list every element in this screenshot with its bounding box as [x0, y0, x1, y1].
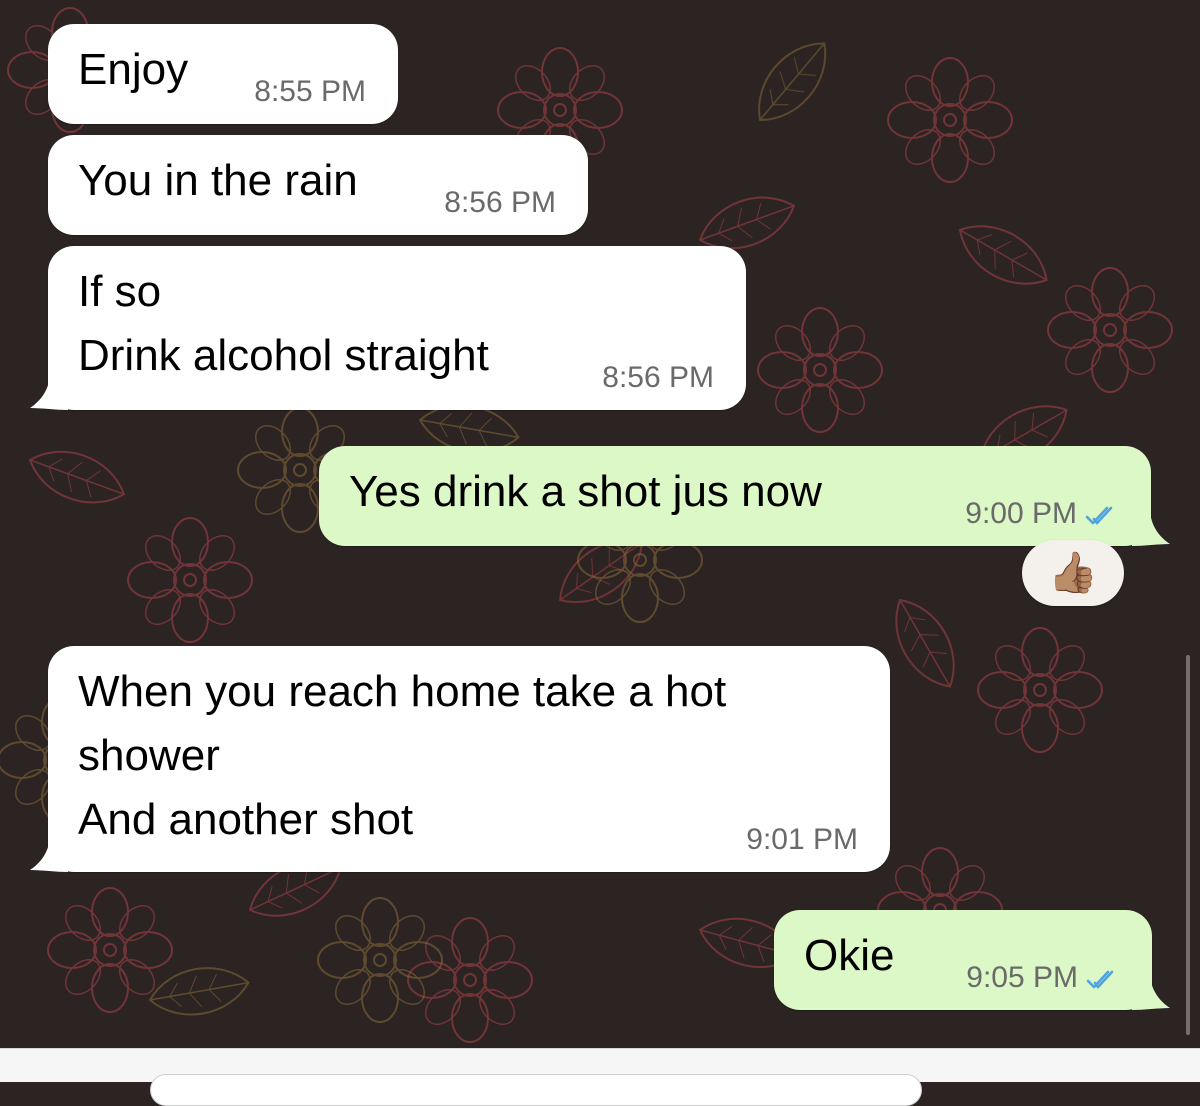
message-text: You in the rain [78, 156, 358, 205]
scroll-indicator[interactable] [1186, 655, 1190, 1035]
message-bubble-incoming[interactable]: Enjoy 8:55 PM [48, 24, 398, 124]
read-double-check-icon [1085, 506, 1113, 525]
message-timestamp: 8:56 PM [444, 186, 556, 219]
message-timestamp: 9:05 PM [966, 960, 1120, 996]
message-bubble-incoming[interactable]: You in the rain 8:56 PM [48, 135, 588, 235]
message-bubble-outgoing[interactable]: Yes drink a shot jus now 9:00 PM [319, 446, 1151, 546]
message-bubble-incoming[interactable]: When you reach home take a hot shower An… [48, 646, 890, 872]
message-text: Yes drink a shot jus now [349, 467, 822, 516]
reaction-badge[interactable]: 👍🏽 [1022, 540, 1124, 606]
bubble-tail [30, 372, 68, 410]
message-text: When you reach home take a hot shower An… [78, 667, 727, 844]
message-text: If so Drink alcohol straight [78, 267, 489, 380]
bubble-tail [1132, 972, 1170, 1010]
message-timestamp: 9:00 PM [965, 496, 1119, 532]
thumbs-up-icon: 👍🏽 [1048, 551, 1098, 595]
message-timestamp: 8:55 PM [254, 75, 366, 108]
message-text: Okie [804, 931, 895, 980]
bubble-tail [1132, 508, 1170, 546]
message-input[interactable] [150, 1074, 922, 1106]
message-timestamp: 9:01 PM [746, 823, 858, 856]
message-text: Enjoy [78, 45, 189, 94]
message-bubble-incoming[interactable]: If so Drink alcohol straight 8:56 PM [48, 246, 746, 410]
message-bubble-outgoing[interactable]: Okie 9:05 PM [774, 910, 1152, 1010]
message-timestamp: 8:56 PM [602, 361, 714, 394]
bubble-tail [30, 834, 68, 872]
read-double-check-icon [1086, 970, 1114, 989]
